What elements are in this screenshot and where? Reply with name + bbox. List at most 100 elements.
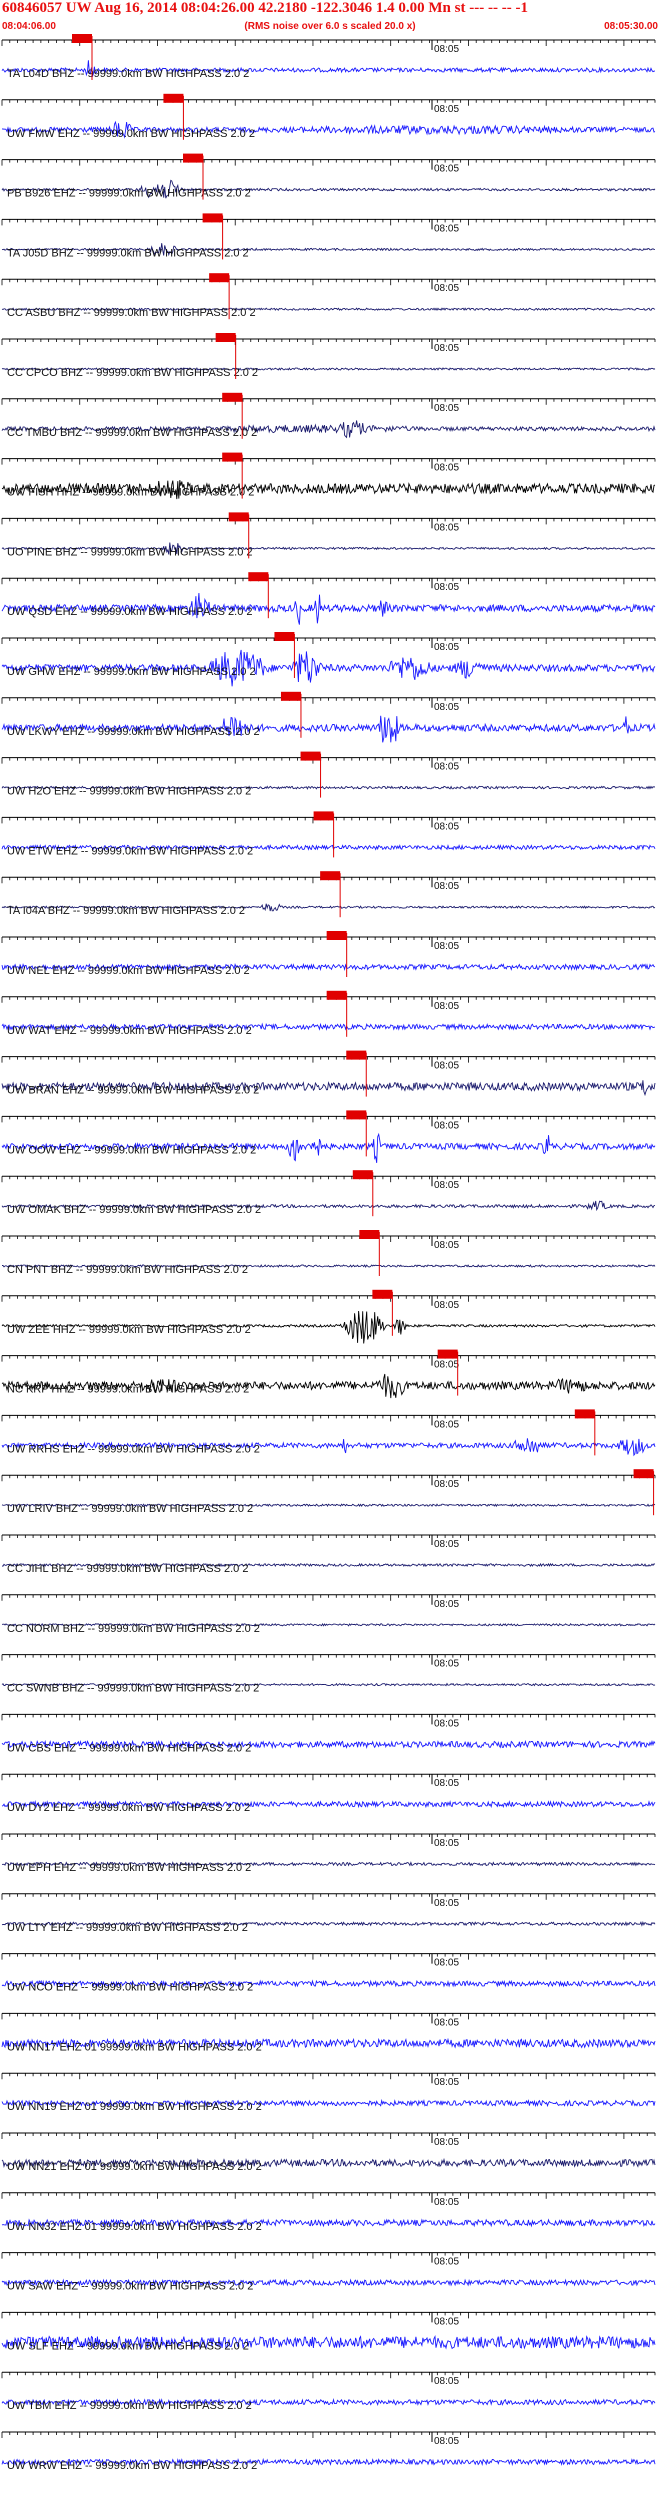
pick-flag	[359, 1230, 380, 1239]
station-label: UW SLF EHZ -- 99999.0km BW HIGHPASS 2.0 …	[7, 2340, 249, 2352]
minute-label: 08:05	[434, 1958, 459, 1969]
station-trace-0: 08:05 TA L04D BHZ -- 99999.0km BW HIGHPAS…	[1, 34, 656, 80]
station-trace-23: 08:05 UW RRHS EHZ -- 99999.0km BW HIGHPAS…	[1, 1409, 656, 1457]
station-label: UW ZEE HHZ -- 99999.0km BW HIGHPASS 2.0 …	[7, 1324, 251, 1336]
station-label: CC ASBU BHZ -- 99999.0km BW HIGHPASS 2.0…	[7, 307, 256, 319]
station-trace-38: 08:05 UW SLF EHZ -- 99999.0km BW HIGHPASS…	[1, 2311, 656, 2352]
minute-label: 08:05	[434, 104, 459, 115]
station-label: UW OOW EHZ -- 99999.0km BW HIGHPASS 2.0 …	[7, 1144, 256, 1156]
minute-label: 08:05	[434, 1718, 459, 1729]
pick-flag	[300, 751, 321, 761]
station-label: UW NN21 EHZ 01 99999.0km BW HIGHPASS 2.0…	[7, 2161, 262, 2173]
minute-label: 08:05	[434, 2077, 459, 2088]
station-trace-34: 08:05 UW NN19 EHZ 01 99999.0km BW HIGHPAS…	[1, 2072, 656, 2113]
station-trace-36: 08:05 UW NN32 EHZ 01 99999.0km BW HIGHPAS…	[1, 2192, 656, 2233]
station-trace-5: 08:05 CC CPCO BHZ -- 99999.0km BW HIGHPAS…	[1, 333, 656, 379]
minute-label: 08:05	[434, 2017, 459, 2028]
station-trace-20: 08:05 CN PNT BHZ -- 99999.0km BW HIGHPASS…	[1, 1230, 656, 1276]
station-trace-26: 08:05 CC NORM BHZ -- 99999.0km BW HIGHPAS…	[1, 1594, 656, 1635]
station-label: UW LKWY EHZ -- 99999.0km BW HIGHPASS 2.0…	[7, 726, 260, 738]
station-label: UW NN32 EHZ 01 99999.0km BW HIGHPASS 2.0…	[7, 2221, 262, 2233]
station-trace-21: 08:05 UW ZEE HHZ -- 99999.0km BW HIGHPASS…	[1, 1289, 656, 1344]
pick-flag	[228, 512, 249, 522]
station-trace-24: 08:05 UW LRIV BHZ -- 99999.0km BW HIGHPAS…	[1, 1469, 656, 1516]
minute-label: 08:05	[434, 1898, 459, 1909]
pick-flag	[163, 93, 184, 103]
station-trace-27: 08:05 CC SWNB BHZ -- 99999.0km BW HIGHPAS…	[1, 1654, 656, 1695]
station-trace-3: 08:05 TA J05D BHZ -- 99999.0km BW HIGHPAS…	[1, 213, 656, 260]
station-trace-1: 08:05 UW FMW EHZ -- 99999.0km BW HIGHPASS…	[1, 93, 656, 140]
station-label: UW ETW EHZ -- 99999.0km BW HIGHPASS 2.0 …	[7, 845, 253, 857]
pick-flag	[437, 1349, 458, 1359]
pick-flag	[326, 990, 347, 1000]
station-label: UW SAW EHZ -- 99999.0km BW HIGHPASS 2.0 …	[7, 2281, 253, 2293]
minute-label: 08:05	[434, 1240, 459, 1251]
pick-flag	[574, 1409, 595, 1419]
station-trace-31: 08:05 UW LTY EHZ -- 99999.0km BW HIGHPASS…	[1, 1893, 656, 1934]
station-label: UW WAT EHZ -- 99999.0km BW HIGHPASS 2.0 …	[7, 1025, 252, 1037]
station-trace-11: 08:05 UW LKWY EHZ -- 99999.0km BW HIGHPAS…	[1, 691, 656, 743]
station-label: CC CPCO BHZ -- 99999.0km BW HIGHPASS 2.0…	[7, 367, 258, 379]
station-trace-18: 08:05 UW OOW EHZ -- 99999.0km BW HIGHPASS…	[1, 1110, 656, 1163]
minute-label: 08:05	[434, 44, 459, 55]
minute-label: 08:05	[434, 1838, 459, 1849]
pick-flag	[274, 632, 295, 641]
minute-label: 08:05	[434, 283, 459, 294]
station-label: UW LTY EHZ -- 99999.0km BW HIGHPASS 2.0 …	[7, 1922, 248, 1934]
pick-flag	[313, 811, 334, 821]
station-label: UW WRW EHZ -- 99999.0km BW HIGHPASS 2.0 …	[7, 2460, 257, 2472]
station-label: UW CBS EHZ -- 99999.0km BW HIGHPASS 2.0 …	[7, 1742, 251, 1754]
station-label: CC JIHL BHZ -- 99999.0km BW HIGHPASS 2.0…	[7, 1563, 248, 1575]
station-trace-7: 08:05 UW FISH HHZ -- 99999.0km BW HIGHPAS…	[1, 452, 656, 500]
minute-label: 08:05	[434, 1539, 459, 1550]
station-label: UW NN19 EHZ 01 99999.0km BW HIGHPASS 2.0…	[7, 2101, 262, 2113]
station-trace-32: 08:05 UW NCO EHZ -- 99999.0km BW HIGHPASS…	[1, 1953, 656, 1994]
station-trace-33: 08:05 UW NN17 EHZ 01 99999.0km BW HIGHPAS…	[1, 2012, 656, 2053]
pick-flag	[183, 153, 204, 163]
station-label: UW OMAK BHZ -- 99999.0km BW HIGHPASS 2.0…	[7, 1204, 261, 1216]
pick-flag	[633, 1469, 654, 1479]
pick-flag	[222, 452, 243, 462]
pick-flag	[320, 871, 341, 881]
minute-label: 08:05	[434, 941, 459, 952]
station-trace-8: 08:05 UO PINE BHZ -- 99999.0km BW HIGHPAS…	[1, 512, 656, 559]
station-trace-28: 08:05 UW CBS EHZ -- 99999.0km BW HIGHPASS…	[1, 1713, 656, 1754]
station-trace-14: 08:05 TA I04A BHZ -- 99999.0km BW HIGHPAS…	[1, 871, 656, 918]
minute-label: 08:05	[434, 642, 459, 653]
minute-label: 08:05	[434, 1778, 459, 1789]
pick-flag	[202, 213, 223, 223]
station-trace-4: 08:05 CC ASBU BHZ -- 99999.0km BW HIGHPAS…	[1, 273, 656, 320]
minute-label: 08:05	[434, 1479, 459, 1490]
station-label: PB B926 EHZ -- 99999.0km BW HIGHPASS 2.0…	[7, 188, 251, 200]
pick-flag	[346, 1110, 367, 1120]
station-label: CC SWNB BHZ -- 99999.0km BW HIGHPASS 2.0…	[7, 1683, 259, 1695]
station-trace-30: 08:05 UW EPH EHZ -- 99999.0km BW HIGHPASS…	[1, 1833, 656, 1874]
minute-label: 08:05	[434, 343, 459, 354]
station-trace-9: 08:05 UW QSD EHZ -- 99999.0km BW HIGHPASS…	[1, 572, 656, 625]
station-label: UW FMW EHZ -- 99999.0km BW HIGHPASS 2.0 …	[7, 128, 255, 140]
station-trace-2: 08:05 PB B926 EHZ -- 99999.0km BW HIGHPAS…	[1, 153, 656, 200]
station-trace-40: 08:05 UW WRW EHZ -- 99999.0km BW HIGHPASS…	[1, 2431, 656, 2472]
pick-flag	[215, 333, 236, 342]
minute-label: 08:05	[434, 2316, 459, 2327]
station-trace-19: 08:05 UW OMAK BHZ -- 99999.0km BW HIGHPAS…	[1, 1170, 656, 1217]
station-trace-39: 08:05 UW TBM EHZ -- 99999.0km BW HIGHPASS…	[1, 2371, 656, 2412]
pick-flag	[72, 34, 92, 43]
station-label: CN PNT BHZ -- 99999.0km BW HIGHPASS 2.0 …	[7, 1264, 248, 1276]
station-label: TA J05D BHZ -- 99999.0km BW HIGHPASS 2.0…	[7, 247, 249, 259]
minute-label: 08:05	[434, 2137, 459, 2148]
station-trace-29: 08:05 UW DY2 EHZ -- 99999.0km BW HIGHPASS…	[1, 1773, 656, 1814]
minute-label: 08:05	[434, 821, 459, 832]
station-label: UW QSD EHZ -- 99999.0km BW HIGHPASS 2.0 …	[7, 606, 253, 618]
minute-label: 08:05	[434, 164, 459, 175]
station-label: UW GHW EHZ -- 99999.0km BW HIGHPASS 2.0 …	[7, 666, 256, 678]
station-label: UW FISH HHZ -- 99999.0km BW HIGHPASS 2.0…	[7, 487, 254, 499]
station-label: UW RRHS EHZ -- 99999.0km BW HIGHPASS 2.0…	[7, 1443, 260, 1455]
station-trace-6: 08:05 CC TMBU BHZ -- 99999.0km BW HIGHPAS…	[1, 392, 656, 439]
station-trace-16: 08:05 UW WAT EHZ -- 99999.0km BW HIGHPASS…	[1, 990, 656, 1037]
pick-flag	[346, 1050, 367, 1060]
minute-label: 08:05	[434, 1599, 459, 1610]
station-trace-25: 08:05 CC JIHL BHZ -- 99999.0km BW HIGHPAS…	[1, 1534, 656, 1575]
station-trace-37: 08:05 UW SAW EHZ -- 99999.0km BW HIGHPASS…	[1, 2252, 656, 2293]
pick-flag	[222, 392, 243, 402]
